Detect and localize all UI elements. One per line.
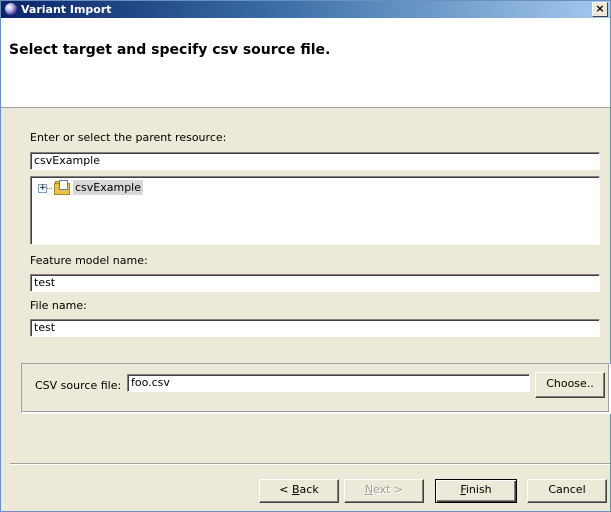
back-button[interactable]: < Back (259, 479, 339, 503)
parent-resource-input[interactable]: csvExample (30, 152, 600, 170)
cancel-button[interactable]: Cancel (527, 479, 607, 503)
finish-button[interactable]: Finish (435, 479, 517, 503)
tree-connector (47, 188, 52, 189)
resource-tree[interactable]: + csvExample (30, 176, 600, 245)
file-name-label: File name: (30, 299, 87, 312)
project-folder-icon (54, 180, 70, 195)
csv-source-file-input[interactable]: foo.csv (127, 374, 530, 392)
csv-source-file-label: CSV source file: (35, 379, 122, 392)
feature-model-name-input[interactable]: test (30, 274, 600, 292)
file-name-input[interactable]: test (30, 319, 600, 337)
wizard-banner: Select target and specify csv source fil… (1, 18, 610, 108)
eclipse-app-icon (5, 3, 17, 15)
title-bar[interactable]: Variant Import × (1, 1, 610, 18)
choose-button[interactable]: Choose.. (535, 372, 605, 398)
parent-resource-label: Enter or select the parent resource: (30, 131, 227, 144)
button-separator (10, 463, 610, 465)
expand-icon[interactable]: + (38, 184, 47, 193)
window-title: Variant Import (21, 3, 112, 16)
feature-model-name-label: Feature model name: (30, 254, 148, 267)
next-button[interactable]: Next > (344, 479, 424, 503)
page-heading: Select target and specify csv source fil… (9, 42, 331, 58)
tree-item-label[interactable]: csvExample (73, 180, 144, 195)
close-button[interactable]: × (592, 2, 608, 17)
variant-import-dialog: Variant Import × Select target and speci… (0, 0, 611, 512)
